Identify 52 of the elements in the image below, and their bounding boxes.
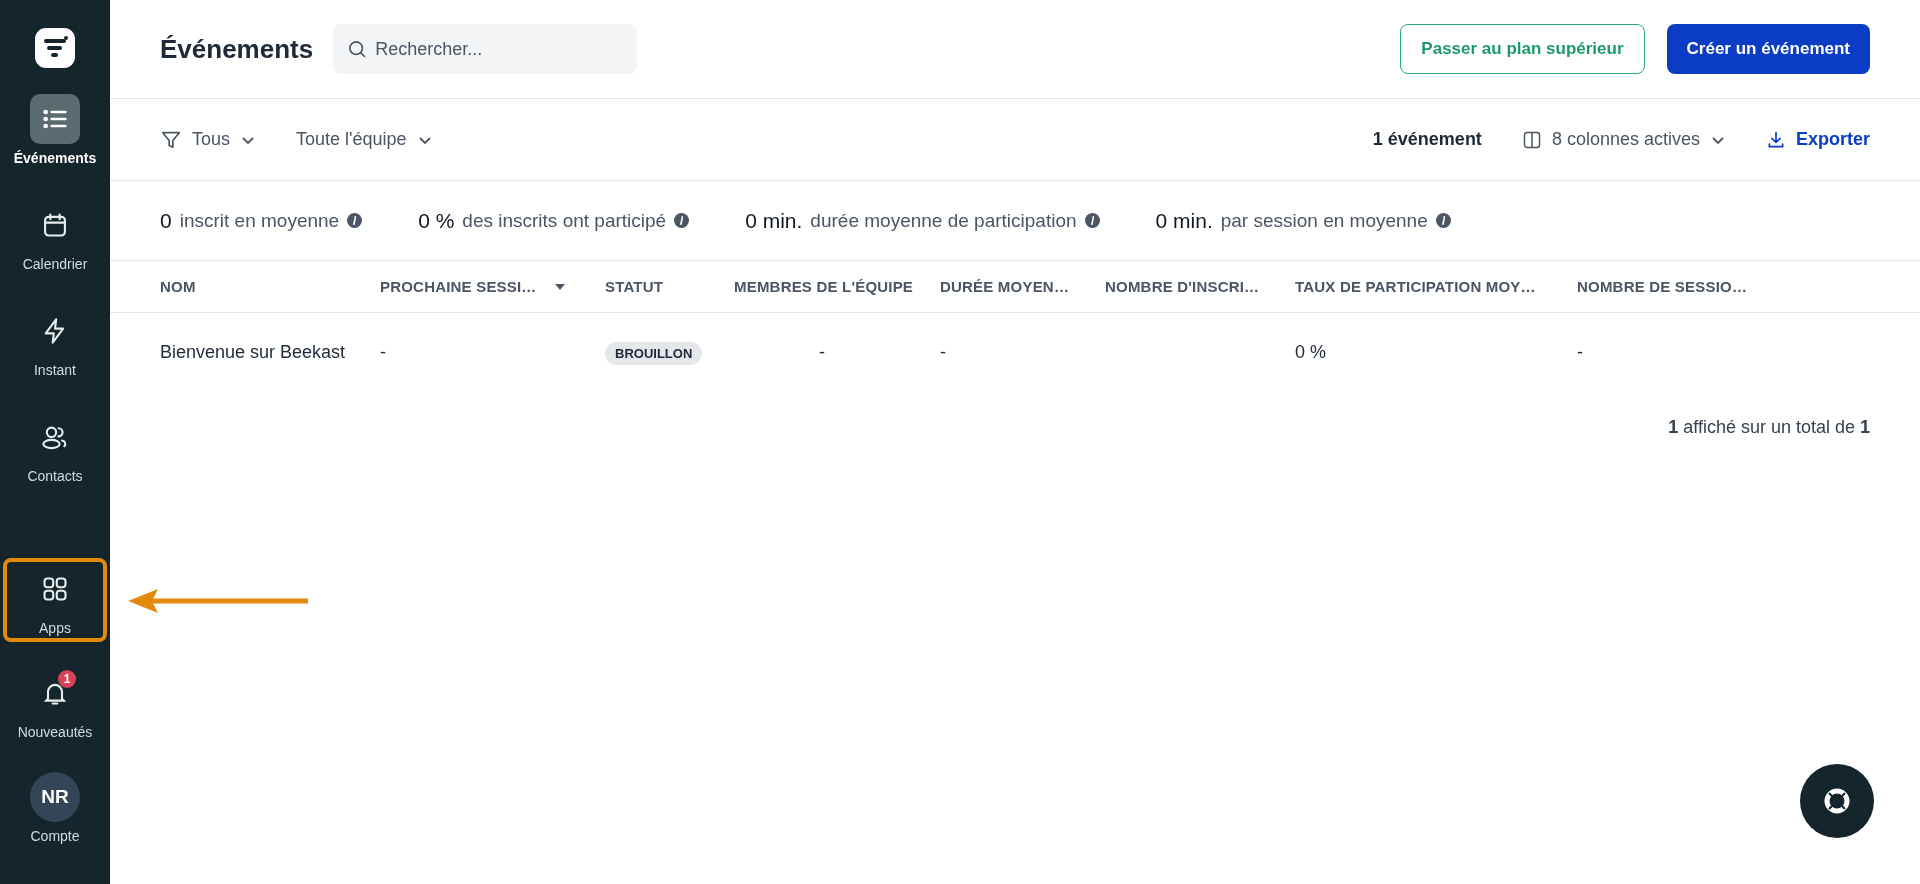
column-header[interactable]: NOMBRE DE SESSIO… [1577,278,1748,295]
status-badge: BROUILLON [605,341,703,365]
stat-label: inscrit en moyenne [179,209,340,232]
upgrade-button[interactable]: Passer au plan supérieur [1400,24,1645,74]
search-field[interactable]: Rechercher... [333,24,638,74]
sidebar-item[interactable]: Calendrier [3,194,107,278]
stat-label: durée moyenne de participation [810,209,1077,232]
lifebuoy-icon [1824,788,1850,814]
table-cell[interactable]: Bienvenue sur Beekast [160,341,346,362]
avatar: NR [30,772,80,822]
sidebar-item[interactable]: Événements [3,88,107,172]
stat-value: 0 min. [745,208,803,233]
column-header[interactable]: MEMBRES DE L'ÉQUIPE [734,278,914,295]
filter-dropdown[interactable]: Toute l'équipe [296,129,433,150]
table-cell: - [940,341,946,362]
filter-dropdown[interactable]: Tous [160,128,257,151]
stat-value: 0 min. [1155,208,1213,233]
sidebar-item[interactable]: NR Compte [3,766,107,850]
column-header[interactable]: STATUT [605,278,664,295]
calendar-icon [41,211,69,239]
column-header[interactable]: PROCHAINE SESSI… [380,278,565,295]
event-count: 1 événement [1372,129,1482,150]
table-cell: - [1577,341,1583,362]
stat-value: 0 [160,208,172,233]
table-cell: 0 % [1295,341,1327,362]
column-header[interactable]: DURÉE MOYEN… [940,278,1070,295]
info-icon[interactable] [674,213,690,228]
sidebar-item[interactable]: 1 Nouveautés [3,662,107,746]
info-icon[interactable] [347,213,363,228]
columns-dropdown[interactable]: 8 colonnes actives [1521,129,1726,150]
sidebar-item[interactable]: Instant [3,300,107,384]
stat-value: 0 % [418,208,455,233]
sidebar-item[interactable]: Contacts [3,406,107,490]
logo-icon[interactable] [35,28,75,68]
sort-caret-icon [554,283,565,290]
sidebar-item[interactable]: Apps [3,558,107,642]
export-button[interactable]: Exporter [1765,129,1870,150]
create-button[interactable]: Créer un événement [1666,24,1870,74]
table-cell: - [380,341,386,362]
columns-icon [1521,129,1542,150]
notification-badge: 1 [58,670,76,688]
results-summary: 1 affiché sur un total de 1 [1668,417,1870,438]
page-title: Événements [160,33,314,65]
column-header[interactable]: NOMBRE D'INSCRI… [1105,278,1260,295]
column-header[interactable]: TAUX DE PARTICIPATION MOY… [1295,278,1536,295]
grid-icon [41,575,69,603]
table-cell: - [819,341,825,362]
column-header[interactable]: NOM [160,278,196,295]
info-icon[interactable] [1084,213,1100,228]
stat-label: des inscrits ont participé [462,209,667,232]
info-icon[interactable] [1435,213,1451,228]
stat-label: par session en moyenne [1220,209,1428,232]
